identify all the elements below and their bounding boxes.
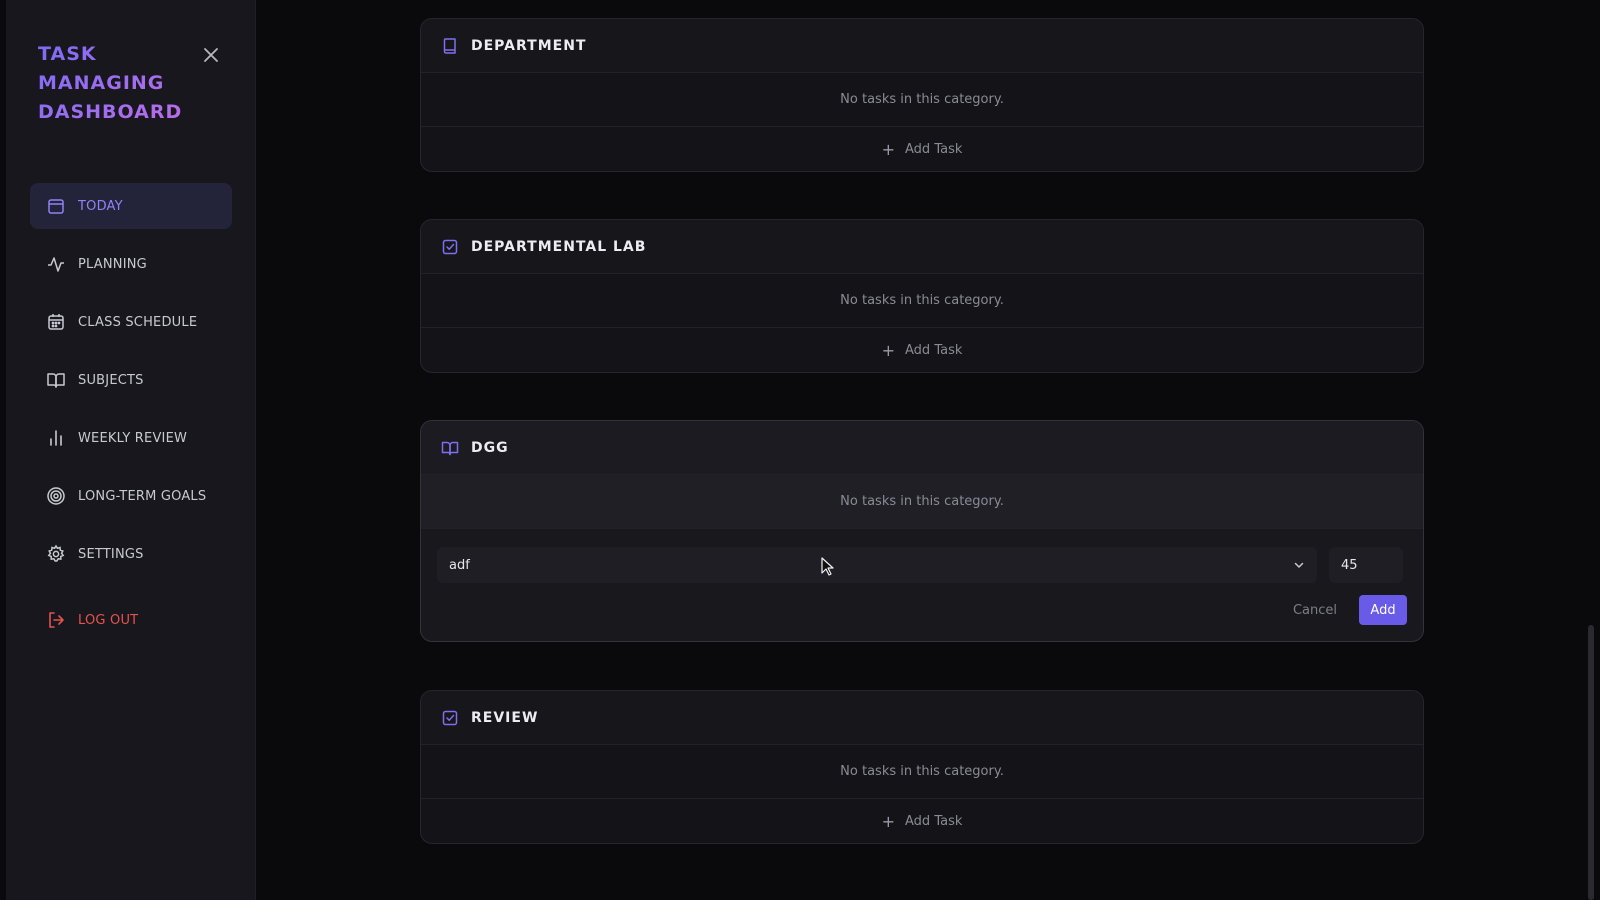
cancel-button[interactable]: Cancel bbox=[1275, 597, 1355, 624]
book-open-icon bbox=[441, 441, 459, 455]
sidebar-item-today[interactable]: TODAY bbox=[30, 183, 232, 229]
app-brand: TASK MANAGING DASHBOARD bbox=[38, 40, 198, 127]
category-header: DGG bbox=[421, 421, 1423, 475]
empty-state-text: No tasks in this category. bbox=[421, 73, 1423, 127]
sidebar-item-label: SUBJECTS bbox=[78, 372, 144, 388]
sidebar-item-settings[interactable]: SETTINGS bbox=[30, 531, 232, 577]
checkbox-icon bbox=[442, 239, 458, 254]
sidebar-item-class-schedule[interactable]: CLASS SCHEDULE bbox=[30, 299, 232, 345]
empty-state-text: No tasks in this category. bbox=[421, 745, 1423, 799]
add-task-label: Add Task bbox=[905, 342, 963, 358]
category-header: DEPARTMENT bbox=[421, 19, 1423, 73]
main-content: DEPARTMENT No tasks in this category. + … bbox=[420, 0, 1424, 900]
add-task-label: Add Task bbox=[905, 141, 963, 157]
task-select[interactable]: adf bbox=[437, 547, 1317, 583]
category-title: DEPARTMENTAL LAB bbox=[471, 238, 647, 255]
category-card-review: REVIEW No tasks in this category. + Add … bbox=[420, 690, 1424, 844]
page-scrollbar[interactable] bbox=[1588, 625, 1594, 900]
sidebar-item-label: WEEKLY REVIEW bbox=[78, 430, 188, 446]
checkbox-icon bbox=[442, 710, 458, 725]
calendar-grid-icon bbox=[48, 314, 64, 330]
sidebar-item-subjects[interactable]: SUBJECTS bbox=[30, 357, 232, 403]
add-task-label: Add Task bbox=[905, 813, 963, 829]
plus-icon: + bbox=[881, 811, 896, 831]
brand-line-2: MANAGING bbox=[38, 72, 165, 94]
sidebar-item-label: SETTINGS bbox=[78, 546, 144, 562]
calendar-icon bbox=[48, 199, 64, 214]
brand-line-3: DASHBOARD bbox=[38, 101, 183, 123]
category-title: REVIEW bbox=[471, 709, 539, 726]
task-select-value: adf bbox=[449, 557, 470, 573]
gear-icon bbox=[47, 544, 65, 562]
sidebar-item-label: TODAY bbox=[78, 198, 123, 214]
sidebar-item-long-term-goals[interactable]: LONG-TERM GOALS bbox=[30, 473, 232, 519]
empty-state-text: No tasks in this category. bbox=[421, 475, 1423, 529]
plus-icon: + bbox=[881, 340, 896, 360]
category-title: DEPARTMENT bbox=[471, 37, 587, 54]
add-task-button[interactable]: + Add Task bbox=[421, 127, 1423, 171]
logout-icon bbox=[49, 612, 64, 628]
category-header: DEPARTMENTAL LAB bbox=[421, 220, 1423, 274]
empty-state-text: No tasks in this category. bbox=[421, 274, 1423, 328]
add-button[interactable]: Add bbox=[1359, 595, 1407, 625]
sidebar-item-weekly-review[interactable]: WEEKLY REVIEW bbox=[30, 415, 232, 461]
add-task-button[interactable]: + Add Task bbox=[421, 799, 1423, 843]
add-task-button[interactable]: + Add Task bbox=[421, 328, 1423, 372]
logout-label: LOG OUT bbox=[78, 612, 139, 628]
duration-input[interactable]: 45 bbox=[1329, 547, 1403, 583]
close-sidebar-button[interactable] bbox=[200, 44, 222, 66]
close-icon bbox=[204, 48, 218, 62]
sidebar: TASK MANAGING DASHBOARD TODAY PLANNING C… bbox=[6, 0, 256, 900]
sidebar-item-planning[interactable]: PLANNING bbox=[30, 241, 232, 287]
category-card-dgg: DGG No tasks in this category. adf 45 Ca… bbox=[420, 420, 1424, 642]
activity-icon bbox=[48, 257, 64, 272]
bar-chart-icon bbox=[50, 430, 62, 446]
mouse-cursor-icon bbox=[821, 557, 834, 576]
add-task-form: adf 45 Cancel Add bbox=[421, 529, 1423, 641]
category-card-department: DEPARTMENT No tasks in this category. + … bbox=[420, 18, 1424, 172]
book-icon bbox=[443, 37, 456, 54]
book-open-icon bbox=[47, 373, 65, 388]
category-title: DGG bbox=[471, 439, 509, 456]
target-icon bbox=[47, 487, 65, 505]
logout-button[interactable]: LOG OUT bbox=[30, 597, 232, 643]
sidebar-item-label: LONG-TERM GOALS bbox=[78, 488, 207, 504]
sidebar-item-label: PLANNING bbox=[78, 256, 147, 272]
chevron-down-icon bbox=[1294, 562, 1304, 568]
plus-icon: + bbox=[881, 139, 896, 159]
sidebar-nav: TODAY PLANNING CLASS SCHEDULE SUBJECTS W… bbox=[30, 183, 232, 655]
brand-line-1: TASK bbox=[38, 43, 97, 65]
category-header: REVIEW bbox=[421, 691, 1423, 745]
sidebar-item-label: CLASS SCHEDULE bbox=[78, 314, 198, 330]
category-card-departmental-lab: DEPARTMENTAL LAB No tasks in this catego… bbox=[420, 219, 1424, 373]
